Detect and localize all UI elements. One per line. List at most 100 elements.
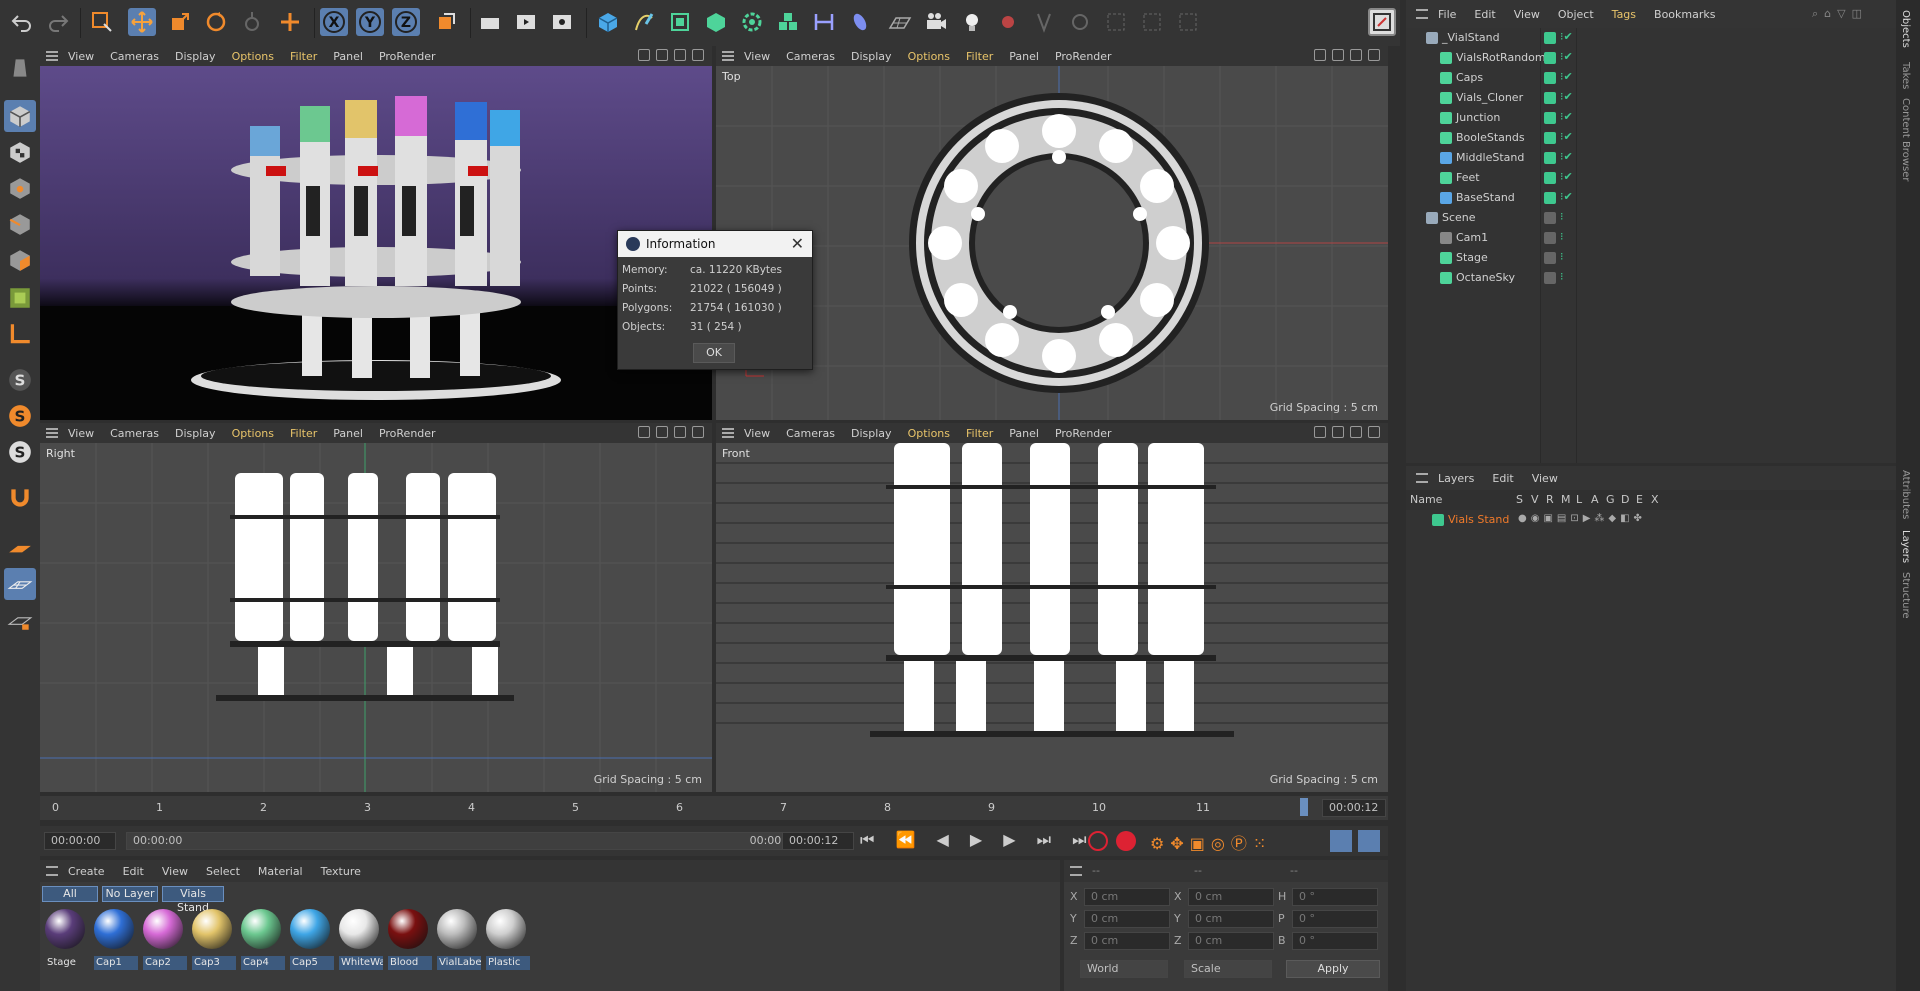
ok-button[interactable]: OK: [693, 343, 735, 363]
layer-color-icon[interactable]: [1544, 172, 1556, 184]
tab-objects[interactable]: Objects: [1900, 10, 1911, 48]
menu-tags[interactable]: Tags: [1612, 8, 1636, 21]
coord-value-field[interactable]: 0 cm: [1188, 910, 1274, 928]
material-swatch[interactable]: Cap2: [140, 906, 187, 972]
enabled-check-icon[interactable]: ⁝✔: [1560, 190, 1573, 203]
layer-color-icon[interactable]: [1544, 192, 1556, 204]
range-slider[interactable]: 00:00:00 00:00:12: [126, 832, 810, 850]
viewport-nav-icons[interactable]: [638, 49, 704, 61]
workplane-grid-icon[interactable]: [4, 568, 36, 600]
layer-color-icon[interactable]: [1544, 212, 1556, 224]
menu-filter[interactable]: Filter: [290, 50, 317, 63]
viewport-nav-icons[interactable]: [638, 426, 704, 438]
object-row[interactable]: BooleStands ⁝✔: [1406, 128, 1896, 148]
hamburger-icon[interactable]: [46, 428, 58, 438]
menu-material[interactable]: Material: [258, 865, 303, 878]
menu-file[interactable]: File: [1438, 8, 1456, 21]
coord-value-field[interactable]: 0 cm: [1084, 932, 1170, 950]
object-row[interactable]: BaseStand ⁝✔: [1406, 188, 1896, 208]
layer-name[interactable]: Vials Stand: [1448, 513, 1509, 526]
material-swatch[interactable]: Stage: [42, 906, 88, 972]
object-name[interactable]: Caps: [1456, 71, 1483, 84]
object-row[interactable]: OctaneSky ⁝: [1406, 268, 1896, 288]
object-name[interactable]: Feet: [1456, 171, 1480, 184]
mograph-icon[interactable]: [774, 8, 802, 36]
perspective-viewport[interactable]: View Cameras Display Options Filter Pane…: [40, 46, 712, 420]
start-time-field[interactable]: 00:00:00: [44, 832, 116, 850]
menu-options[interactable]: Options: [908, 427, 950, 440]
coord-value-field[interactable]: 0 cm: [1188, 888, 1274, 906]
right-viewport[interactable]: View Cameras Display Options Filter Pane…: [40, 423, 712, 792]
magnet-icon[interactable]: [4, 482, 36, 514]
coord-value-field[interactable]: 0 °: [1292, 910, 1378, 928]
object-row[interactable]: Caps ⁝✔: [1406, 68, 1896, 88]
menu-texture[interactable]: Texture: [321, 865, 361, 878]
coord-value-field[interactable]: 0 °: [1292, 888, 1378, 906]
menu-view[interactable]: View: [744, 427, 770, 440]
camera-icon[interactable]: [922, 8, 950, 36]
redo-icon[interactable]: [44, 8, 72, 36]
object-name[interactable]: BaseStand: [1456, 191, 1515, 204]
object-row[interactable]: Cam1 ⁝: [1406, 228, 1896, 248]
hamburger-icon[interactable]: [722, 428, 734, 438]
menu-create[interactable]: Create: [68, 865, 105, 878]
uv-mode-icon[interactable]: [4, 282, 36, 314]
material-swatch[interactable]: WhiteWall: [336, 906, 383, 972]
coord-value-field[interactable]: 0 °: [1292, 932, 1378, 950]
size-mode-select[interactable]: Scale: [1184, 960, 1272, 978]
object-row[interactable]: Feet ⁝✔: [1406, 168, 1896, 188]
extrude-icon[interactable]: [702, 8, 730, 36]
layer-color-icon[interactable]: [1544, 132, 1556, 144]
coordinate-system-icon[interactable]: [432, 8, 460, 36]
hamburger-icon[interactable]: [1416, 473, 1428, 483]
menu-object[interactable]: Object: [1558, 8, 1594, 21]
object-name[interactable]: VialsRotRandom: [1456, 51, 1546, 64]
current-frame-field[interactable]: 00:00:12: [1322, 799, 1386, 817]
search-icon[interactable]: ⌕⌂▽◫: [1812, 7, 1868, 21]
menu-view[interactable]: View: [68, 427, 94, 440]
coord-value-field[interactable]: 0 cm: [1084, 888, 1170, 906]
menu-view[interactable]: View: [68, 50, 94, 63]
autokey-icon[interactable]: [1116, 831, 1136, 851]
enabled-check-icon[interactable]: ⁝: [1560, 230, 1564, 243]
record-keyframe-icon[interactable]: [1088, 831, 1108, 851]
end-time-field[interactable]: 00:00:12: [782, 832, 854, 850]
material-swatch[interactable]: Cap4: [238, 906, 285, 972]
menu-panel[interactable]: Panel: [333, 50, 363, 63]
close-icon[interactable]: ✕: [791, 234, 804, 253]
enabled-check-icon[interactable]: ⁝✔: [1560, 150, 1573, 163]
filter-all[interactable]: All: [42, 886, 98, 902]
z-axis-lock-icon[interactable]: Z: [392, 8, 420, 36]
octane-grid2-icon[interactable]: [1138, 8, 1166, 36]
enabled-check-icon[interactable]: ⁝✔: [1560, 70, 1573, 83]
recent-tool-icon[interactable]: [238, 8, 266, 36]
menu-panel[interactable]: Panel: [333, 427, 363, 440]
layer-row[interactable]: Vials Stand ●◉▣▤⊡▶⁂◆◧✤: [1406, 510, 1896, 530]
menu-cameras[interactable]: Cameras: [110, 50, 159, 63]
material-swatch[interactable]: Cap5: [287, 906, 334, 972]
light-icon[interactable]: [958, 8, 986, 36]
render-picture-viewer-icon[interactable]: [512, 8, 540, 36]
menu-options[interactable]: Options: [908, 50, 950, 63]
layer-color-icon[interactable]: [1544, 152, 1556, 164]
menu-display[interactable]: Display: [175, 50, 216, 63]
enabled-check-icon[interactable]: ⁝✔: [1560, 90, 1573, 103]
enabled-check-icon[interactable]: ⁝: [1560, 250, 1564, 263]
add-icon[interactable]: [276, 8, 304, 36]
tab-takes[interactable]: Takes: [1900, 62, 1911, 89]
layout-switch-icon[interactable]: [1368, 8, 1396, 36]
layer-color-icon[interactable]: [1544, 272, 1556, 284]
rotate-tool-icon[interactable]: [202, 8, 230, 36]
object-name[interactable]: Junction: [1456, 111, 1500, 124]
tab-attributes[interactable]: Attributes: [1900, 470, 1911, 519]
menu-display[interactable]: Display: [851, 427, 892, 440]
axis-mode-icon[interactable]: [4, 318, 36, 350]
material-swatch[interactable]: Blood: [385, 906, 432, 972]
hamburger-icon[interactable]: [1070, 866, 1082, 876]
sound-icon[interactable]: [1330, 830, 1352, 852]
cloner-icon[interactable]: [738, 8, 766, 36]
y-axis-lock-icon[interactable]: Y: [356, 8, 384, 36]
film-icon[interactable]: [1358, 830, 1380, 852]
layer-color-icon[interactable]: [1432, 514, 1444, 526]
menu-edit[interactable]: Edit: [123, 865, 144, 878]
